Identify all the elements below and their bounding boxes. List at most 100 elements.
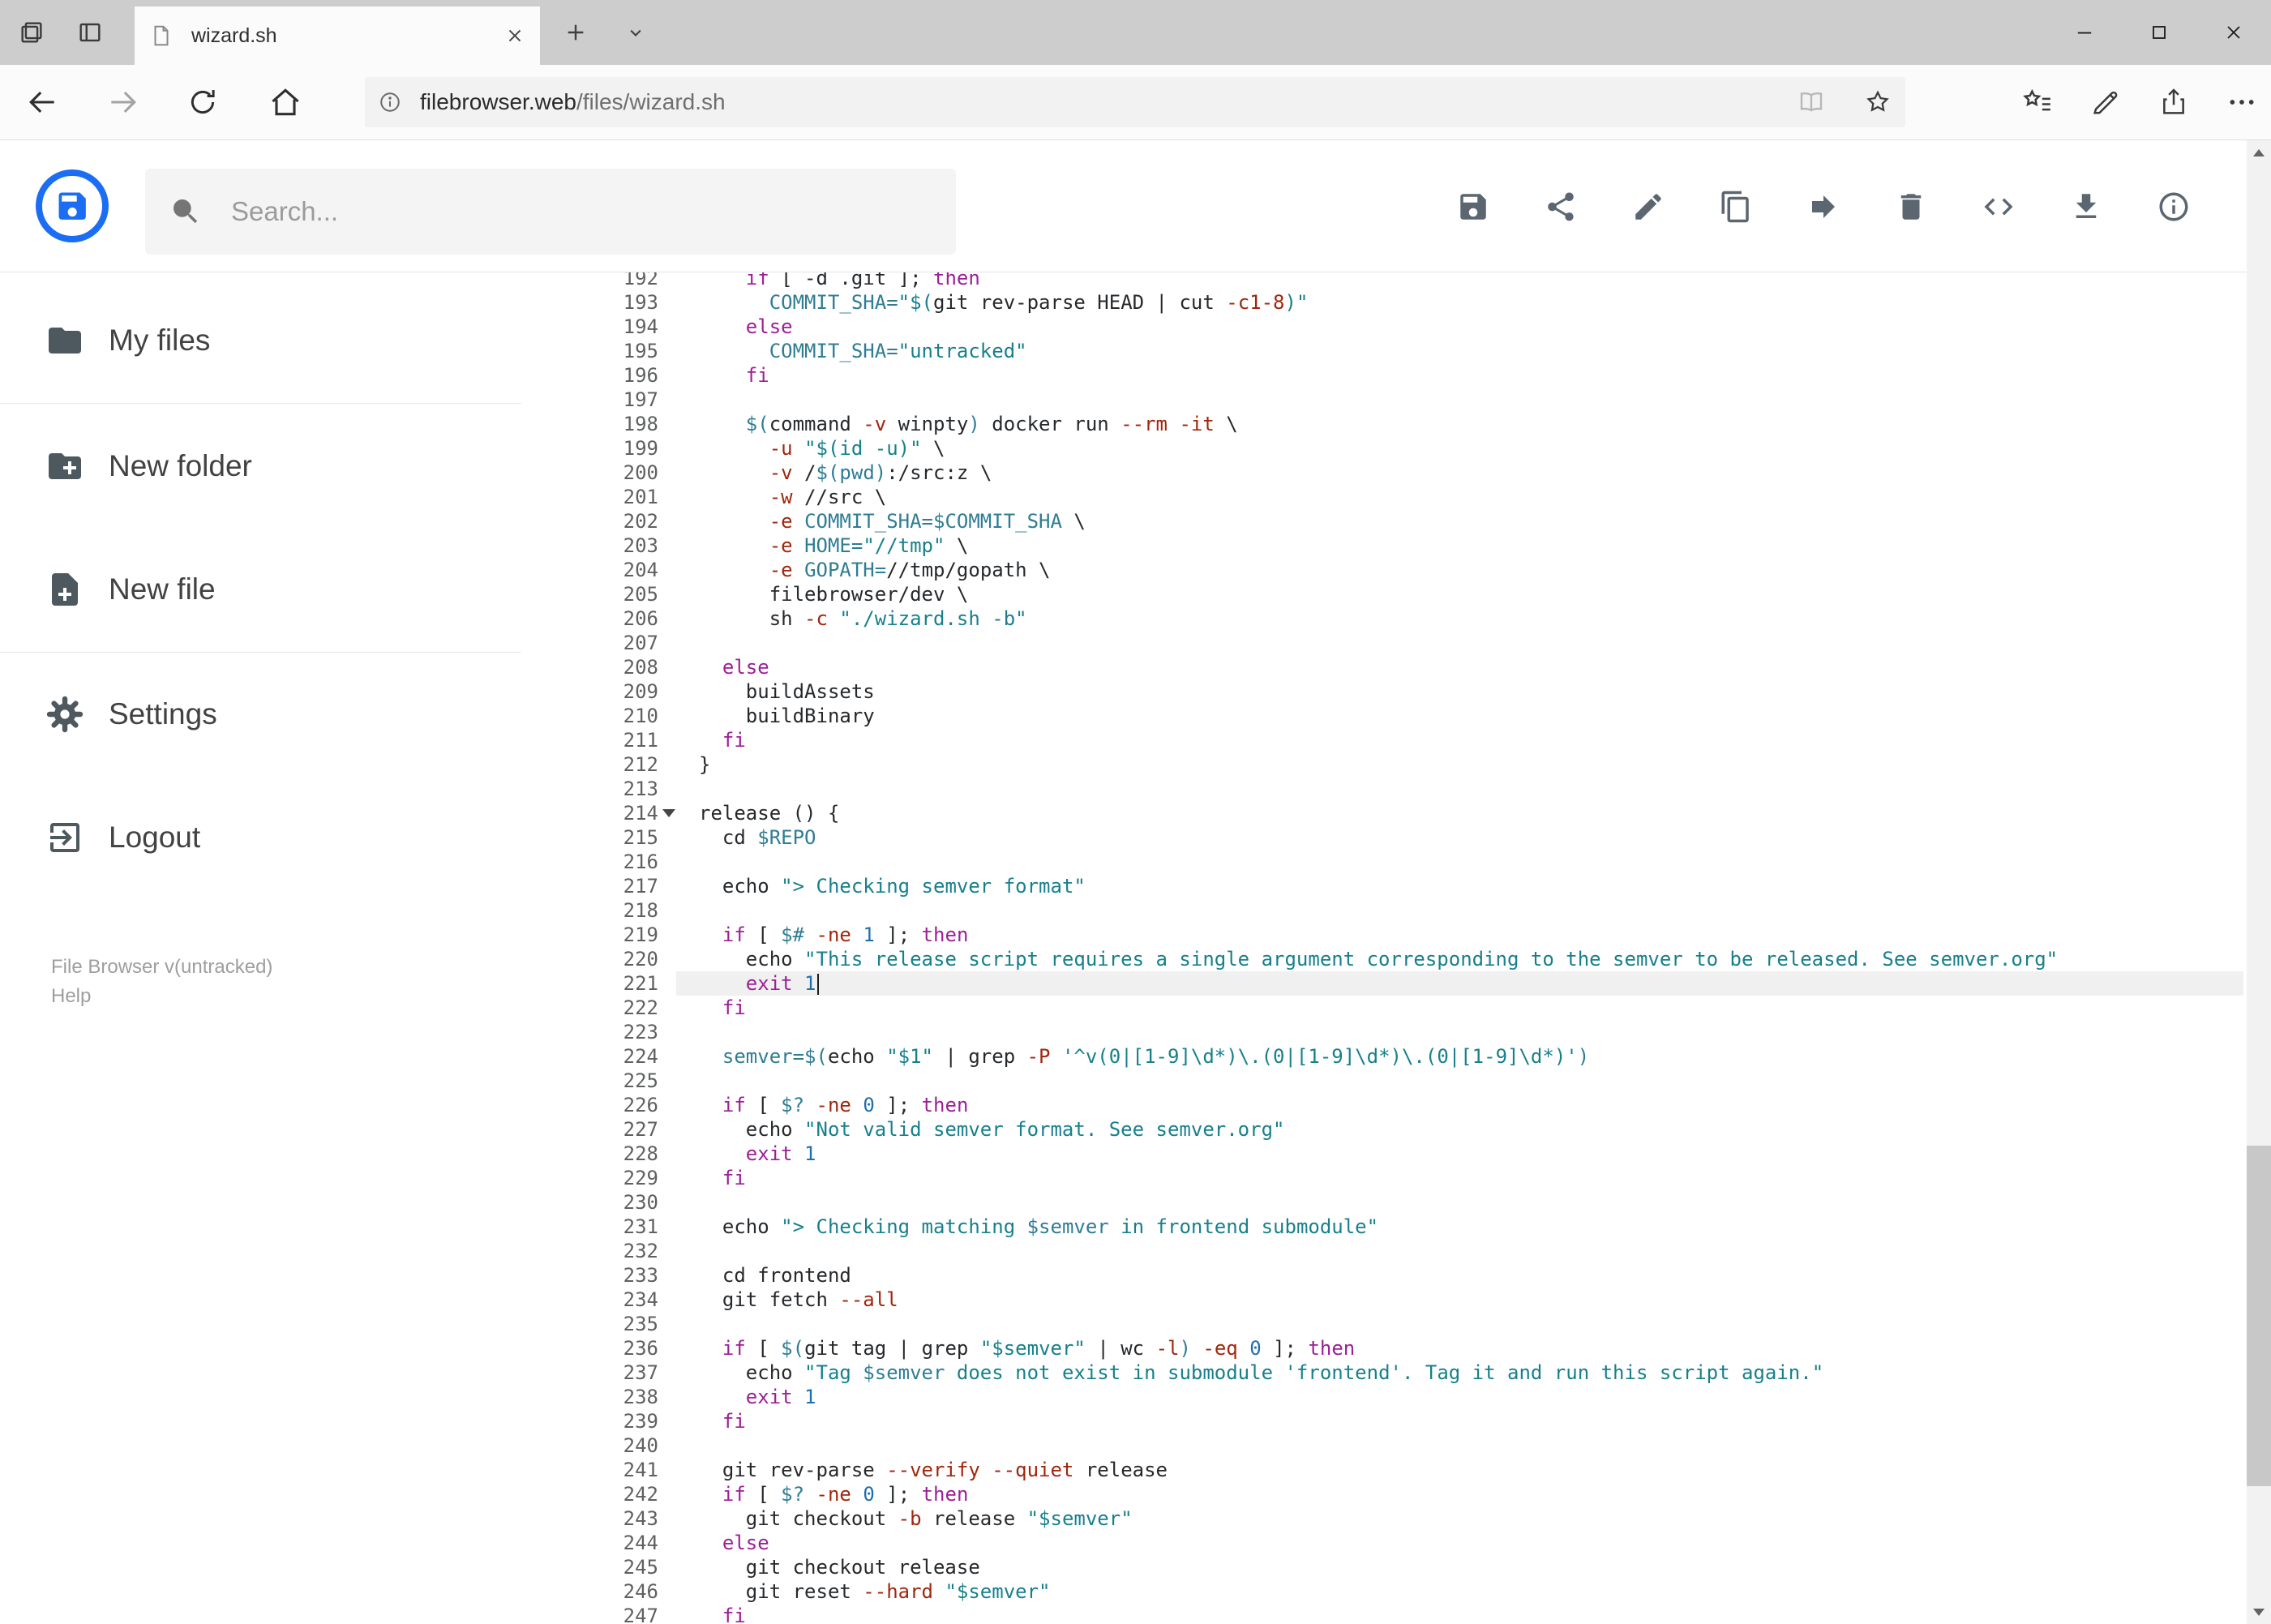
code-text[interactable]: else [676, 655, 2243, 679]
code-text[interactable]: fi [676, 996, 2243, 1020]
more-dots-icon[interactable] [2226, 86, 2258, 118]
code-text[interactable]: exit 1 [676, 971, 2243, 996]
code-line[interactable]: 226 if [ $? -ne 0 ]; then [600, 1093, 2243, 1117]
code-line[interactable]: 208 else [600, 655, 2243, 679]
set-tabs-aside-icon[interactable] [18, 19, 45, 46]
code-text[interactable]: buildBinary [676, 704, 2243, 728]
code-text[interactable] [676, 1312, 2243, 1336]
maximize-icon[interactable] [2122, 0, 2196, 65]
code-line[interactable]: 204 -e GOPATH=//tmp/gopath \ [600, 558, 2243, 582]
code-text[interactable]: fi [676, 1604, 2243, 1624]
code-line[interactable]: 223 [600, 1020, 2243, 1044]
code-line[interactable]: 239 fi [600, 1409, 2243, 1433]
minimize-icon[interactable] [2047, 0, 2122, 65]
code-text[interactable]: -u "$(id -u)" \ [676, 436, 2243, 461]
code-line[interactable]: 227 echo "Not valid semver format. See s… [600, 1117, 2243, 1142]
code-line[interactable]: 220 echo "This release script requires a… [600, 947, 2243, 971]
code-text[interactable]: buildAssets [676, 679, 2243, 704]
search-input[interactable] [229, 195, 898, 228]
code-line[interactable]: 247 fi [600, 1604, 2243, 1624]
code-line[interactable]: 232 [600, 1239, 2243, 1263]
sidebar-item-new-folder[interactable]: New folder [0, 437, 535, 495]
sidebar-item-new-file[interactable]: New file [0, 560, 535, 619]
code-line[interactable]: 217 echo "> Checking semver format" [600, 874, 2243, 898]
code-text[interactable] [676, 388, 2243, 412]
code-text[interactable]: if [ $? -ne 0 ]; then [676, 1093, 2243, 1117]
back-icon[interactable] [10, 65, 75, 139]
code-text[interactable] [676, 850, 2243, 874]
code-editor[interactable]: 192 if [ -d .git ]; then 193 COMMIT_SHA="… [600, 272, 2243, 1624]
code-line[interactable]: 197 [600, 388, 2243, 412]
code-text[interactable]: exit 1 [676, 1385, 2243, 1409]
code-line[interactable]: 221 exit 1 [600, 971, 2243, 996]
code-line[interactable]: 242 if [ $? -ne 0 ]; then [600, 1482, 2243, 1506]
code-text[interactable]: COMMIT_SHA="$(git rev-parse HEAD | cut -… [676, 290, 2243, 315]
code-line[interactable]: 213 [600, 777, 2243, 801]
search-bar[interactable] [145, 169, 956, 255]
code-line[interactable]: 198 $(command -v winpty) docker run --rm… [600, 412, 2243, 436]
reading-view-icon[interactable] [1797, 88, 1826, 117]
code-text[interactable] [676, 631, 2243, 655]
scrollbar-thumb[interactable] [2247, 1146, 2271, 1486]
code-text[interactable]: semver=$(echo "$1" | grep -P '^v(0|[1-9]… [676, 1044, 2243, 1069]
close-tab-icon[interactable] [504, 25, 525, 46]
sidebar-item-settings[interactable]: Settings [0, 685, 535, 743]
code-text[interactable]: $(command -v winpty) docker run --rm -it… [676, 412, 2243, 436]
code-line[interactable]: 229 fi [600, 1166, 2243, 1190]
code-text[interactable]: COMMIT_SHA="untracked" [676, 339, 2243, 363]
code-text[interactable]: git rev-parse --verify --quiet release [676, 1458, 2243, 1482]
code-text[interactable]: git reset --hard "$semver" [676, 1579, 2243, 1604]
code-text[interactable]: echo "This release script requires a sin… [676, 947, 2243, 971]
code-line[interactable]: 196 fi [600, 363, 2243, 388]
code-line[interactable]: 201 -w //src \ [600, 485, 2243, 509]
code-line[interactable]: 228 exit 1 [600, 1142, 2243, 1166]
code-line[interactable]: 225 [600, 1069, 2243, 1093]
code-line[interactable]: 193 COMMIT_SHA="$(git rev-parse HEAD | c… [600, 290, 2243, 315]
move-arrow-icon[interactable] [1806, 190, 1840, 224]
code-text[interactable]: cd $REPO [676, 825, 2243, 850]
code-text[interactable]: } [676, 752, 2243, 777]
hub-icon[interactable] [2021, 86, 2054, 118]
code-line[interactable]: 214 release () { [600, 801, 2243, 825]
code-text[interactable]: -e HOME="//tmp" \ [676, 533, 2243, 558]
code-text[interactable]: git checkout release [676, 1555, 2243, 1579]
code-text[interactable]: else [676, 1531, 2243, 1555]
tabs-preview-icon[interactable] [76, 19, 104, 46]
code-text[interactable] [676, 898, 2243, 923]
code-line[interactable]: 222 fi [600, 996, 2243, 1020]
home-icon[interactable] [253, 65, 318, 139]
code-text[interactable]: git checkout -b release "$semver" [676, 1506, 2243, 1531]
code-text[interactable]: if [ -d .git ]; then [676, 272, 2243, 290]
code-text[interactable]: fi [676, 728, 2243, 752]
copy-icon[interactable] [1719, 190, 1753, 224]
code-text[interactable]: echo "> Checking semver format" [676, 874, 2243, 898]
code-text[interactable]: echo "> Checking matching $semver in fro… [676, 1215, 2243, 1239]
code-text[interactable]: -w //src \ [676, 485, 2243, 509]
raw-code-icon[interactable] [1982, 190, 2016, 224]
forward-icon[interactable] [91, 65, 156, 139]
code-text[interactable]: else [676, 315, 2243, 339]
code-line[interactable]: 206 sh -c "./wizard.sh -b" [600, 606, 2243, 631]
code-text[interactable]: fi [676, 1409, 2243, 1433]
code-text[interactable]: git fetch --all [676, 1288, 2243, 1312]
code-line[interactable]: 240 [600, 1433, 2243, 1458]
code-line[interactable]: 216 [600, 850, 2243, 874]
code-line[interactable]: 245 git checkout release [600, 1555, 2243, 1579]
code-line[interactable]: 231 echo "> Checking matching $semver in… [600, 1215, 2243, 1239]
code-line[interactable]: 209 buildAssets [600, 679, 2243, 704]
code-line[interactable]: 230 [600, 1190, 2243, 1215]
code-line[interactable]: 192 if [ -d .git ]; then [600, 272, 2243, 290]
fold-marker[interactable] [658, 801, 676, 825]
code-text[interactable]: fi [676, 363, 2243, 388]
url-field[interactable]: filebrowser.web/files/wizard.sh [365, 77, 1905, 127]
code-line[interactable]: 219 if [ $# -ne 1 ]; then [600, 923, 2243, 947]
code-line[interactable]: 235 [600, 1312, 2243, 1336]
code-line[interactable]: 205 filebrowser/dev \ [600, 582, 2243, 606]
code-text[interactable]: fi [676, 1166, 2243, 1190]
code-text[interactable]: if [ $(git tag | grep "$semver" | wc -l)… [676, 1336, 2243, 1360]
code-line[interactable]: 207 [600, 631, 2243, 655]
code-text[interactable]: cd frontend [676, 1263, 2243, 1288]
code-text[interactable]: exit 1 [676, 1142, 2243, 1166]
info-circle-icon[interactable] [2157, 190, 2191, 224]
sidebar-item-my-files[interactable]: My files [0, 311, 535, 370]
